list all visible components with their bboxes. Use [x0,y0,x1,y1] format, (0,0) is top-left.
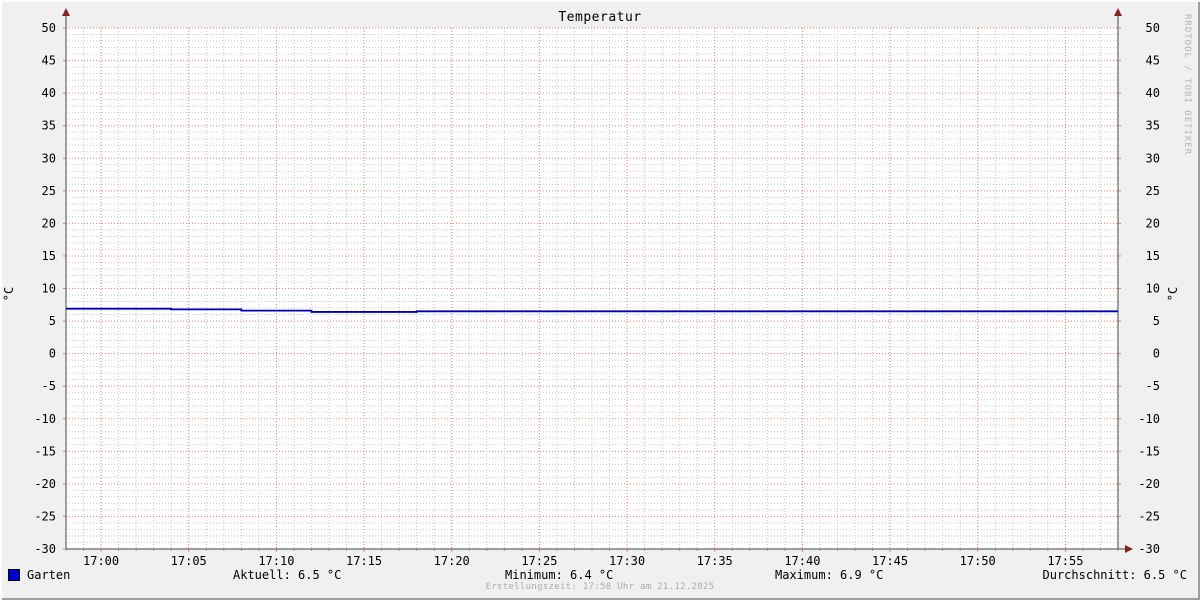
y-tick-label-left: -30 [34,542,56,556]
x-axis-arrow [1125,545,1133,553]
y-tick-label-right: -10 [1138,412,1160,426]
y-tick-label-left: 40 [42,86,56,100]
y-tick-label-left: -5 [42,379,56,393]
y-axis-arrow-right [1114,8,1122,16]
y-tick-label-right: 40 [1146,86,1160,100]
y-tick-label-left: -15 [34,444,56,458]
y-tick-label-left: -10 [34,412,56,426]
creation-timestamp: Erstellungszeit: 17:58 Uhr am 21.12.2025 [485,582,715,592]
y-tick-label-right: -30 [1138,542,1160,556]
y-tick-label-left: 5 [49,314,56,328]
stat-minimum: Minimum: 6.4 °C [505,568,614,582]
stat-aktuell: Aktuell: 6.5 °C [233,568,342,582]
y-tick-label-right: 35 [1146,119,1160,133]
y-tick-label-right: -5 [1146,379,1160,393]
y-tick-label-left: 15 [42,249,56,263]
y-tick-label-right: -25 [1138,509,1160,523]
x-tick-label: 17:05 [171,554,207,568]
y-tick-label-right: 10 [1146,282,1160,296]
x-tick-label: 17:15 [346,554,382,568]
y-tick-label-left: 10 [42,282,56,296]
y-axis-arrow-left [62,8,70,16]
y-tick-label-right: 30 [1146,151,1160,165]
x-tick-label: 17:30 [609,554,645,568]
x-tick-label: 17:00 [83,554,119,568]
y-tick-label-left: 45 [42,54,56,68]
y-tick-label-right: 15 [1146,249,1160,263]
legend-series-label: Garten [27,568,71,582]
rrdtool-watermark: RRDTOOL / TOBI OETIKER [1182,14,1192,156]
x-tick-label: 17:35 [697,554,733,568]
x-tick-label: 17:10 [258,554,294,568]
y-tick-label-right: -20 [1138,477,1160,491]
x-tick-label: 17:40 [784,554,820,568]
y-tick-label-left: 25 [42,184,56,198]
y-tick-label-right: -15 [1138,444,1160,458]
y-tick-label-left: 50 [42,21,56,35]
y-tick-label-right: 20 [1146,216,1160,230]
legend-row: Garten Aktuell: 6.5 °C Minimum: 6.4 °C M… [0,568,1200,582]
y-axis-unit-right: °C [1166,286,1181,302]
y-tick-label-left: 0 [49,347,56,361]
x-tick-label: 17:55 [1047,554,1083,568]
y-tick-label-left: 20 [42,216,56,230]
y-tick-label-right: 0 [1153,347,1160,361]
y-tick-label-right: 45 [1146,54,1160,68]
rrdtool-graph: Temperatur -30 -30 -25 -25 -20 -20 -15 -15 -10 -1… [0,0,1200,600]
x-tick-label: 17:20 [434,554,470,568]
stat-durchschnitt: Durchschnitt: 6.5 °C [1042,568,1188,582]
y-tick-label-left: -20 [34,477,56,491]
y-tick-label-left: -25 [34,509,56,523]
x-tick-label: 17:25 [521,554,557,568]
x-tick-label: 17:50 [960,554,996,568]
legend-swatch [8,569,20,581]
y-axis-unit-left: °C [2,286,17,302]
stat-maximum: Maximum: 6.9 °C [775,568,884,582]
y-tick-label-right: 5 [1153,314,1160,328]
y-tick-label-right: 25 [1146,184,1160,198]
y-tick-label-right: 50 [1146,21,1160,35]
chart-canvas: -30 -30 -25 -25 -20 -20 -15 -15 -10 -10 -5 -5 0 0 5 5 10… [34,8,1160,568]
x-tick-label: 17:45 [872,554,908,568]
y-tick-label-left: 35 [42,119,56,133]
y-tick-label-left: 30 [42,151,56,165]
